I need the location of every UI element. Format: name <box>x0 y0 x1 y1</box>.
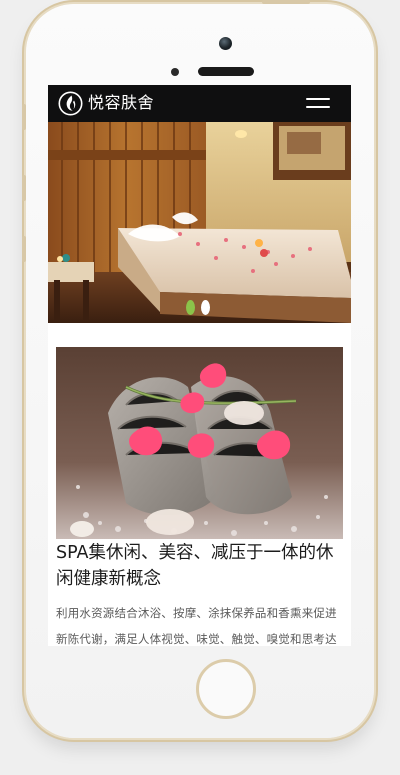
front-camera <box>219 37 232 50</box>
hero-slider[interactable] <box>48 122 351 323</box>
slider-dots <box>186 300 210 315</box>
slider-dot-1[interactable] <box>186 300 195 315</box>
spa-towels-photo[interactable] <box>56 347 343 539</box>
volume-up-button <box>22 175 26 201</box>
home-button[interactable] <box>196 659 256 719</box>
phone-mockup-stage: 悦容肤舍 SPA集休闲、美容、减压于一体的休闲健康新概念 利用水资源结合沐浴、按… <box>0 0 400 775</box>
towels-illustration <box>56 347 343 539</box>
brand-name[interactable]: 悦容肤舍 <box>88 93 154 113</box>
hamburger-menu-icon[interactable] <box>306 97 330 111</box>
proximity-sensor <box>171 68 179 76</box>
article-title[interactable]: SPA集休闲、美容、减压于一体的休闲健康新概念 <box>56 540 348 592</box>
article-description: 利用水资源结合沐浴、按摩、涂抹保养品和香熏来促进新陈代谢，满足人体视觉、味觉、触… <box>56 606 337 646</box>
mute-switch <box>22 104 26 130</box>
volume-down-button <box>22 236 26 262</box>
slider-dot-2[interactable] <box>201 300 210 315</box>
flame-leaf-logo-icon[interactable] <box>58 91 83 116</box>
earpiece-speaker <box>198 67 254 76</box>
phone-screen: 悦容肤舍 SPA集休闲、美容、减压于一体的休闲健康新概念 利用水资源结合沐浴、按… <box>48 85 351 646</box>
spa-room-photo <box>48 122 351 323</box>
top-nav-bar: 悦容肤舍 <box>48 85 351 122</box>
power-button <box>262 0 310 4</box>
